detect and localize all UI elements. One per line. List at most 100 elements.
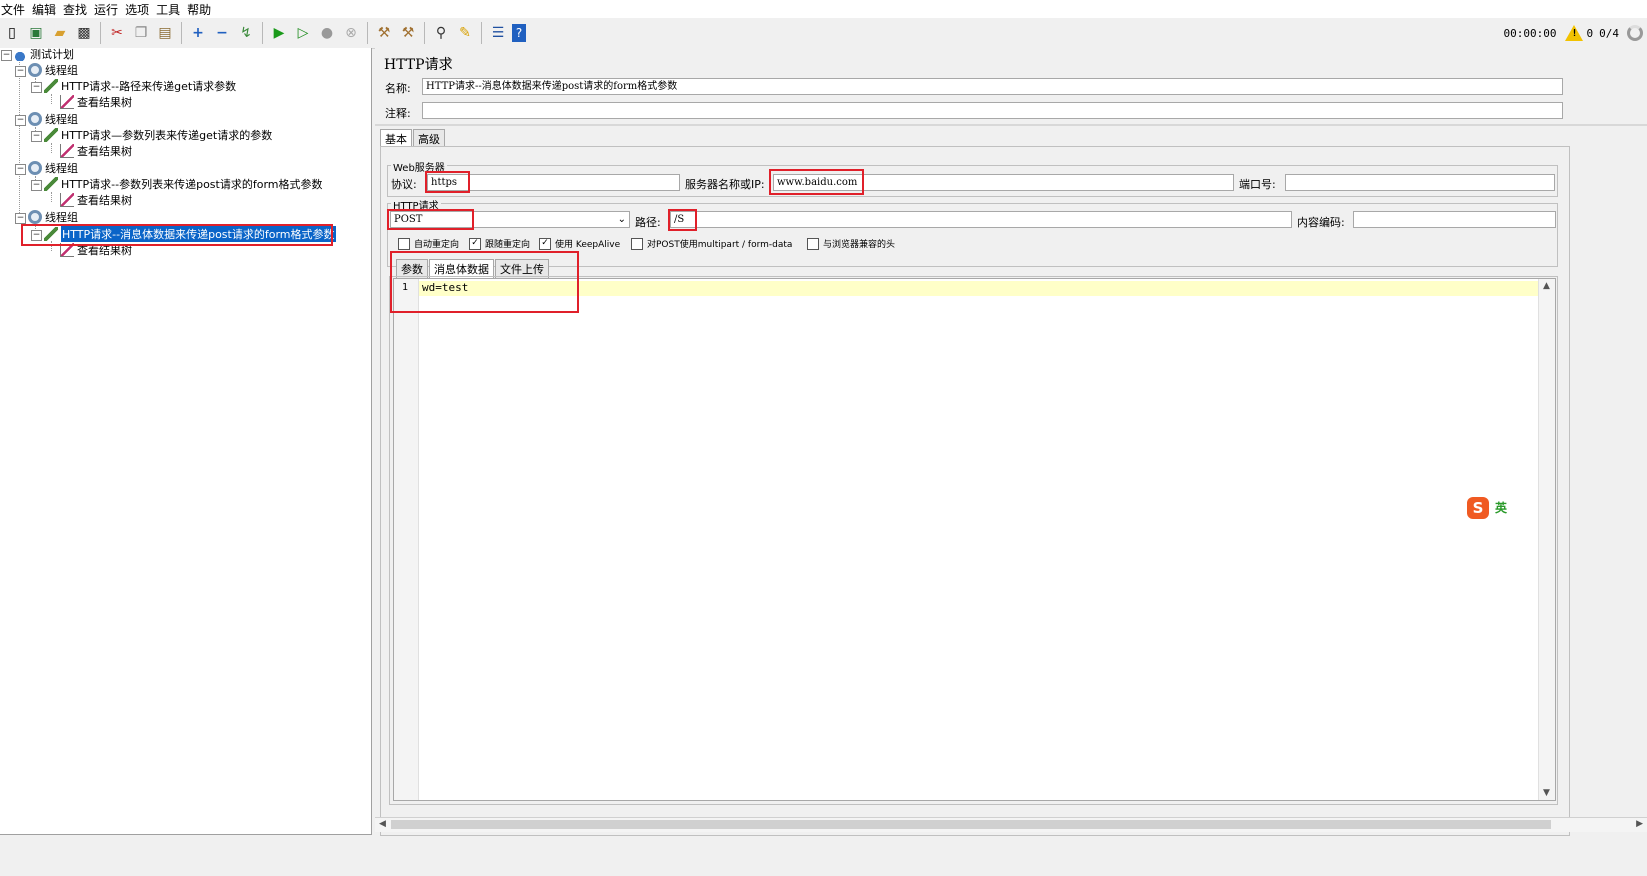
- collapse-icon[interactable]: −: [212, 23, 232, 43]
- tree-item-result-tree[interactable]: 查看结果树: [60, 242, 132, 258]
- editor-vertical-scrollbar[interactable]: ▲ ▼: [1538, 279, 1555, 800]
- scroll-down-icon[interactable]: ▼: [1543, 788, 1550, 798]
- menu-run[interactable]: 运行: [94, 1, 124, 18]
- auto-redirect-checkbox[interactable]: 自动重定向: [398, 237, 459, 250]
- collapse-toggle[interactable]: −: [31, 230, 42, 241]
- ime-indicator[interactable]: S 英: [1467, 497, 1512, 519]
- warning-icon[interactable]: [1564, 25, 1583, 41]
- name-label: 名称:: [385, 82, 411, 95]
- cut-icon[interactable]: ✂: [107, 23, 127, 43]
- copy-icon[interactable]: ❐: [131, 23, 151, 43]
- server-name-field[interactable]: www.baidu.com: [773, 174, 1234, 191]
- name-field[interactable]: HTTP请求--消息体数据来传递post请求的form格式参数: [422, 78, 1563, 95]
- tree-item-thread-group[interactable]: 线程组: [28, 209, 78, 225]
- clear-all-icon[interactable]: ⚒: [398, 23, 418, 43]
- thread-count: 0/4: [1599, 26, 1619, 40]
- reset-search-icon[interactable]: ✎: [455, 23, 475, 43]
- toolbar-separator: [100, 22, 101, 44]
- body-data-editor[interactable]: 1 wd=test ▲ ▼: [393, 278, 1556, 801]
- tree-item-label: HTTP请求--参数列表来传递post请求的form格式参数: [61, 178, 323, 191]
- tree-item-http-request[interactable]: HTTP请求—参数列表来传递get请求的参数: [44, 127, 272, 143]
- toolbar-separator: [424, 22, 425, 44]
- listener-icon: [60, 95, 74, 109]
- follow-redirect-checkbox[interactable]: ✓ 跟随重定向: [469, 237, 530, 250]
- tree-connector: [51, 143, 52, 153]
- collapse-toggle[interactable]: −: [15, 66, 26, 77]
- save-icon[interactable]: ▩: [74, 23, 94, 43]
- sogou-logo-icon: S: [1467, 497, 1489, 519]
- status-area: 00:00:00 0 0/4: [1504, 18, 1647, 48]
- scroll-left-icon[interactable]: ◀: [379, 819, 386, 829]
- open-icon[interactable]: ▰: [50, 23, 70, 43]
- tree-connector: [51, 241, 52, 251]
- menu-tools[interactable]: 工具: [156, 1, 186, 18]
- method-select[interactable]: POST ⌄: [390, 211, 630, 228]
- tree-item-label: HTTP请求—参数列表来传递get请求的参数: [61, 129, 273, 142]
- path-field[interactable]: /S: [670, 211, 1292, 228]
- tree-item-thread-group[interactable]: 线程组: [28, 160, 78, 176]
- scroll-right-icon[interactable]: ▶: [1636, 819, 1643, 829]
- keepalive-checkbox[interactable]: ✓ 使用 KeepAlive: [539, 237, 620, 250]
- collapse-toggle[interactable]: −: [15, 164, 26, 175]
- multipart-checkbox[interactable]: 对POST使用multipart / form-data: [631, 237, 792, 250]
- function-helper-icon[interactable]: ☰: [488, 23, 508, 43]
- menu-search[interactable]: 查找: [63, 1, 93, 18]
- tree-item-result-tree[interactable]: 查看结果树: [60, 192, 132, 208]
- collapse-toggle[interactable]: −: [15, 115, 26, 126]
- collapse-toggle[interactable]: −: [31, 82, 42, 93]
- menu-file[interactable]: 文件: [1, 1, 31, 18]
- content-encoding-field[interactable]: [1353, 211, 1556, 228]
- port-field[interactable]: [1285, 174, 1555, 191]
- line-number: 1: [402, 282, 409, 293]
- splitter[interactable]: [375, 124, 1647, 126]
- comment-field[interactable]: [422, 102, 1563, 119]
- expand-icon[interactable]: +: [188, 23, 208, 43]
- tree-item-label: 线程组: [45, 64, 78, 77]
- start-no-timers-icon[interactable]: ▷: [293, 23, 313, 43]
- scroll-up-icon[interactable]: ▲: [1543, 281, 1550, 291]
- tree-item-result-tree[interactable]: 查看结果树: [60, 94, 132, 110]
- collapse-toggle[interactable]: −: [15, 213, 26, 224]
- listener-icon: [60, 144, 74, 158]
- clear-icon[interactable]: ⚒: [374, 23, 394, 43]
- search-icon[interactable]: ⚲: [431, 23, 451, 43]
- stop-icon[interactable]: ●: [317, 23, 337, 43]
- collapse-toggle[interactable]: −: [31, 180, 42, 191]
- collapse-toggle[interactable]: −: [31, 131, 42, 142]
- templates-icon[interactable]: ▣: [26, 23, 46, 43]
- checkbox-label: 与浏览器兼容的头: [823, 240, 896, 250]
- tree-item-thread-group[interactable]: 线程组: [28, 111, 78, 127]
- tree-item-label: HTTP请求--路径来传递get请求参数: [61, 80, 237, 93]
- toggle-icon[interactable]: ↯: [236, 23, 256, 43]
- menu-options[interactable]: 选项: [125, 1, 155, 18]
- tree-item-result-tree[interactable]: 查看结果树: [60, 143, 132, 159]
- protocol-field[interactable]: https: [427, 174, 680, 191]
- tree-item-http-request-selected[interactable]: HTTP请求--消息体数据来传递post请求的form格式参数: [44, 226, 336, 242]
- content-encoding-label: 内容编码:: [1297, 216, 1345, 229]
- browser-headers-checkbox[interactable]: 与浏览器兼容的头: [807, 237, 895, 250]
- tree-item-test-plan[interactable]: 测试计划: [13, 46, 74, 62]
- menu-edit[interactable]: 编辑: [32, 1, 62, 18]
- tree-item-label: 线程组: [45, 211, 78, 224]
- port-label: 端口号:: [1239, 178, 1276, 191]
- tree-item-http-request[interactable]: HTTP请求--参数列表来传递post请求的form格式参数: [44, 176, 323, 192]
- listener-icon: [60, 243, 74, 257]
- check-icon: ✓: [539, 237, 551, 250]
- collapse-toggle[interactable]: −: [1, 50, 12, 61]
- test-plan-icon: [13, 47, 27, 61]
- http-sampler-icon: [44, 128, 58, 142]
- checkbox-label: 跟随重定向: [485, 240, 531, 250]
- test-plan-tree: − 测试计划 − 线程组 − HTTP请求--路径来传递get请求参数 查看结果…: [0, 46, 372, 835]
- tree-item-label: 测试计划: [30, 48, 74, 61]
- tree-item-thread-group[interactable]: 线程组: [28, 62, 78, 78]
- tree-item-http-request[interactable]: HTTP请求--路径来传递get请求参数: [44, 78, 236, 94]
- horizontal-scrollbar[interactable]: ◀ ▶: [375, 817, 1647, 832]
- start-icon[interactable]: ▶: [269, 23, 289, 43]
- scroll-thumb[interactable]: [391, 820, 1551, 829]
- new-icon[interactable]: ▯: [2, 23, 22, 43]
- menu-bar: 文件 编辑 查找 运行 选项 工具 帮助: [0, 0, 1647, 18]
- paste-icon[interactable]: ▤: [155, 23, 175, 43]
- menu-help[interactable]: 帮助: [187, 1, 217, 18]
- help-icon[interactable]: ?: [512, 24, 526, 42]
- shutdown-icon[interactable]: ⊗: [341, 23, 361, 43]
